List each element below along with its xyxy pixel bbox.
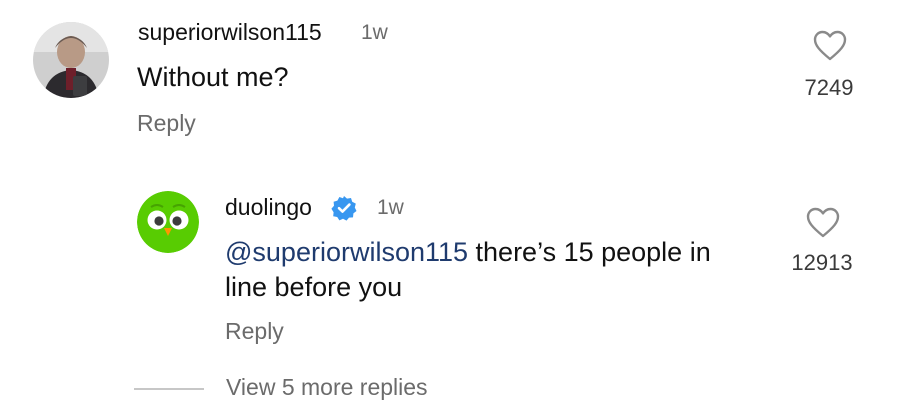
avatar-photo <box>33 22 109 98</box>
comment-text: Without me? <box>137 62 289 92</box>
verified-badge-icon <box>331 195 357 221</box>
reply-text: @superiorwilson115 there’s 15 people in … <box>225 235 770 305</box>
reply-username[interactable]: duolingo <box>225 194 312 221</box>
reply-mention-link[interactable]: @superiorwilson115 <box>225 237 468 267</box>
view-more-divider <box>134 388 204 390</box>
avatar-superiorwilson115[interactable] <box>33 22 109 98</box>
comment-like-count: 7249 <box>804 75 854 100</box>
comment-username[interactable]: superiorwilson115 <box>138 19 322 46</box>
reply-text-line2: line before you <box>225 272 403 302</box>
comment-reply-button[interactable]: Reply <box>137 110 196 137</box>
reply-text-line1: there’s 15 people in <box>468 237 711 267</box>
reply-like-count: 12913 <box>791 250 853 275</box>
comment-like-heart-icon[interactable] <box>813 30 847 67</box>
heart-outline-icon <box>813 30 847 61</box>
reply-timestamp: 1w <box>377 196 404 219</box>
duolingo-owl-icon <box>137 191 199 253</box>
avatar-duolingo[interactable] <box>137 191 199 253</box>
reply-reply-button[interactable]: Reply <box>225 318 284 345</box>
verified-badge-shape <box>331 196 357 221</box>
comment-timestamp: 1w <box>361 21 388 44</box>
reply-like-heart-icon[interactable] <box>806 207 840 244</box>
view-more-replies-button[interactable]: View 5 more replies <box>226 374 428 401</box>
heart-outline-icon <box>806 207 840 238</box>
